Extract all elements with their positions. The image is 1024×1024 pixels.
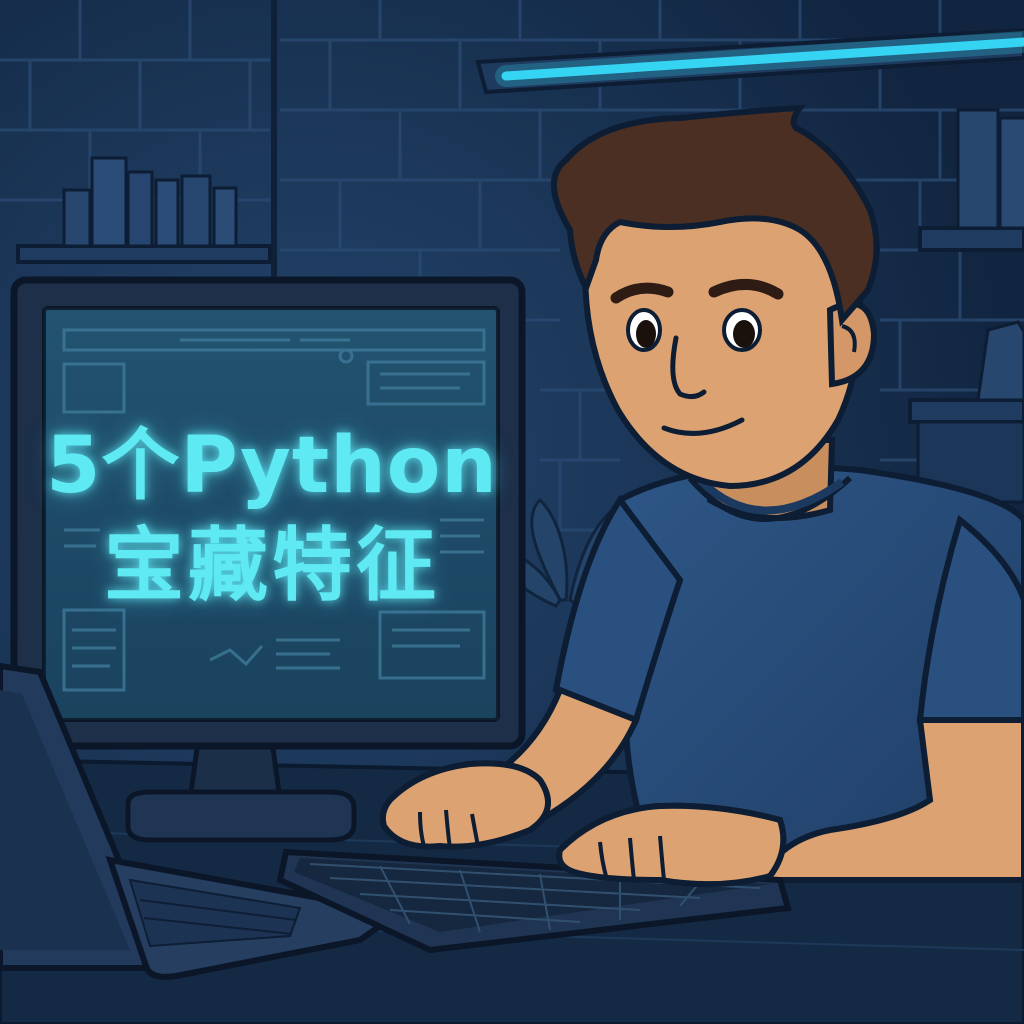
scene-artwork [0, 0, 1024, 1024]
illustration-scene: 5个Python 宝藏特征 [0, 0, 1024, 1024]
